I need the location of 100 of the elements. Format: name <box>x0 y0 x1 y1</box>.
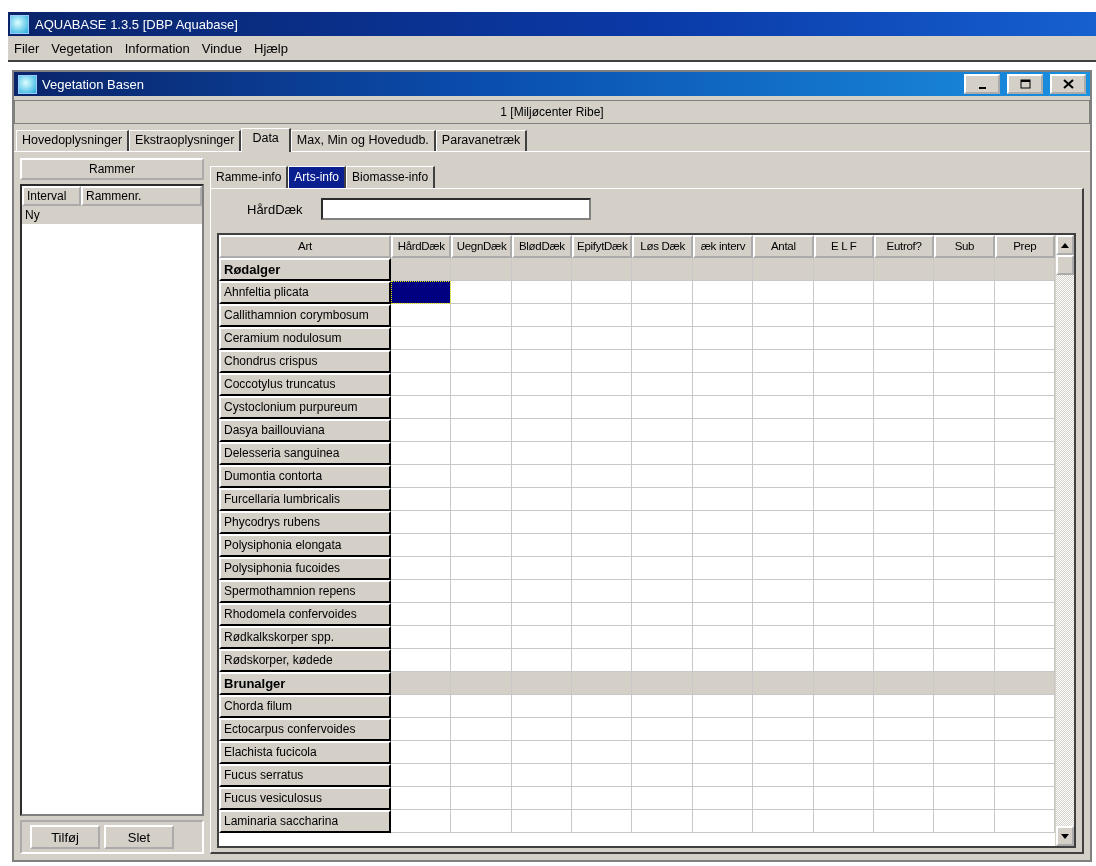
grid-cell[interactable] <box>632 465 693 488</box>
group-header[interactable]: Rødalger <box>219 258 391 281</box>
grid-cell[interactable] <box>873 488 935 511</box>
grid-cell[interactable] <box>813 396 874 419</box>
grid-cell[interactable] <box>692 580 754 603</box>
grid-cell[interactable] <box>632 488 693 511</box>
grid-cell[interactable] <box>511 741 573 764</box>
grid-cell[interactable] <box>994 741 1055 764</box>
grid-cell[interactable] <box>813 419 874 442</box>
grid-cell[interactable] <box>451 741 512 764</box>
column-header[interactable]: Interval <box>22 186 81 206</box>
grid-cell[interactable] <box>391 764 452 787</box>
column-header[interactable]: Antal <box>753 235 814 258</box>
grid-cell[interactable] <box>994 442 1055 465</box>
grid-cell[interactable] <box>572 626 633 649</box>
grid-cell[interactable] <box>511 787 573 810</box>
column-header[interactable]: Sub <box>934 235 995 258</box>
grid-cell[interactable] <box>934 810 995 833</box>
grid-cell[interactable] <box>391 695 452 718</box>
grid-cell[interactable] <box>753 465 814 488</box>
grid-cell[interactable] <box>994 764 1055 787</box>
grid-cell[interactable] <box>451 764 512 787</box>
grid-cell[interactable] <box>753 695 814 718</box>
grid-cell[interactable] <box>572 396 633 419</box>
grid-cell[interactable] <box>572 580 633 603</box>
grid-cell[interactable] <box>753 304 814 327</box>
grid-cell[interactable] <box>572 258 633 281</box>
grid-cell[interactable] <box>391 258 452 281</box>
grid-cell[interactable] <box>994 695 1055 718</box>
grid-cell[interactable] <box>572 465 633 488</box>
grid-cell[interactable] <box>873 672 935 695</box>
list-row[interactable]: Ny <box>22 206 202 224</box>
grid-cell[interactable] <box>873 557 935 580</box>
grid-cell[interactable] <box>511 695 573 718</box>
grid-cell[interactable] <box>934 327 995 350</box>
grid-cell[interactable] <box>572 511 633 534</box>
grid-cell[interactable] <box>391 672 452 695</box>
grid-cell[interactable] <box>753 672 814 695</box>
grid-cell[interactable] <box>994 557 1055 580</box>
grid-cell[interactable] <box>511 810 573 833</box>
grid-cell[interactable] <box>692 810 754 833</box>
grid-cell[interactable] <box>994 304 1055 327</box>
grid-cell[interactable] <box>934 373 995 396</box>
grid-cell[interactable] <box>572 442 633 465</box>
grid-cell[interactable] <box>692 396 754 419</box>
grid-cell[interactable] <box>813 258 874 281</box>
species-name[interactable]: Delesseria sanguinea <box>219 442 391 465</box>
grid-cell[interactable] <box>934 764 995 787</box>
grid-cell[interactable] <box>632 603 693 626</box>
grid-cell[interactable] <box>391 442 452 465</box>
column-header[interactable]: EpifytDæk <box>572 235 633 258</box>
grid-cell[interactable] <box>451 810 512 833</box>
species-name[interactable]: Rhodomela confervoides <box>219 603 391 626</box>
grid-cell[interactable] <box>934 672 995 695</box>
grid-cell[interactable] <box>753 741 814 764</box>
group-header[interactable]: Brunalger <box>219 672 391 695</box>
grid-cell[interactable] <box>391 511 452 534</box>
species-name[interactable]: Chorda filum <box>219 695 391 718</box>
grid-cell[interactable] <box>753 373 814 396</box>
species-name[interactable]: Polysiphonia elongata <box>219 534 391 557</box>
grid-cell[interactable] <box>632 672 693 695</box>
tab[interactable]: Paravanetræk <box>435 130 528 151</box>
grid-cell[interactable] <box>934 350 995 373</box>
close-button[interactable] <box>1050 74 1086 94</box>
grid-cell[interactable] <box>511 764 573 787</box>
grid-cell[interactable] <box>451 580 512 603</box>
grid-cell[interactable] <box>451 787 512 810</box>
grid-cell[interactable] <box>873 695 935 718</box>
grid-cell[interactable] <box>873 764 935 787</box>
tab[interactable]: Max, Min og Hovedudb. <box>290 130 436 151</box>
sub-tab[interactable]: Arts-info <box>288 166 347 188</box>
grid-cell[interactable] <box>632 327 693 350</box>
grid-cell[interactable] <box>391 281 452 304</box>
grid-cell[interactable] <box>692 695 754 718</box>
grid-cell[interactable] <box>934 396 995 419</box>
grid-cell[interactable] <box>391 787 452 810</box>
grid-cell[interactable] <box>813 534 874 557</box>
grid-cell[interactable] <box>873 580 935 603</box>
grid-cell[interactable] <box>994 787 1055 810</box>
grid-cell[interactable] <box>391 810 452 833</box>
grid-cell[interactable] <box>753 718 814 741</box>
grid-cell[interactable] <box>632 442 693 465</box>
action-button[interactable]: Slet <box>104 825 174 849</box>
grid-cell[interactable] <box>391 741 452 764</box>
species-name[interactable]: Chondrus crispus <box>219 350 391 373</box>
grid-cell[interactable] <box>873 534 935 557</box>
sub-tab[interactable]: Biomasse-info <box>346 166 436 188</box>
grid-cell[interactable] <box>994 603 1055 626</box>
grid-cell[interactable] <box>753 810 814 833</box>
grid-cell[interactable] <box>934 787 995 810</box>
menu-item[interactable]: Vegetation <box>45 40 119 56</box>
species-name[interactable]: Ceramium nodulosum <box>219 327 391 350</box>
grid-cell[interactable] <box>813 442 874 465</box>
grid-cell[interactable] <box>451 534 512 557</box>
grid-cell[interactable] <box>753 511 814 534</box>
grid-cell[interactable] <box>692 350 754 373</box>
grid-cell[interactable] <box>572 787 633 810</box>
grid-cell[interactable] <box>813 603 874 626</box>
grid-cell[interactable] <box>692 764 754 787</box>
grid-cell[interactable] <box>813 488 874 511</box>
